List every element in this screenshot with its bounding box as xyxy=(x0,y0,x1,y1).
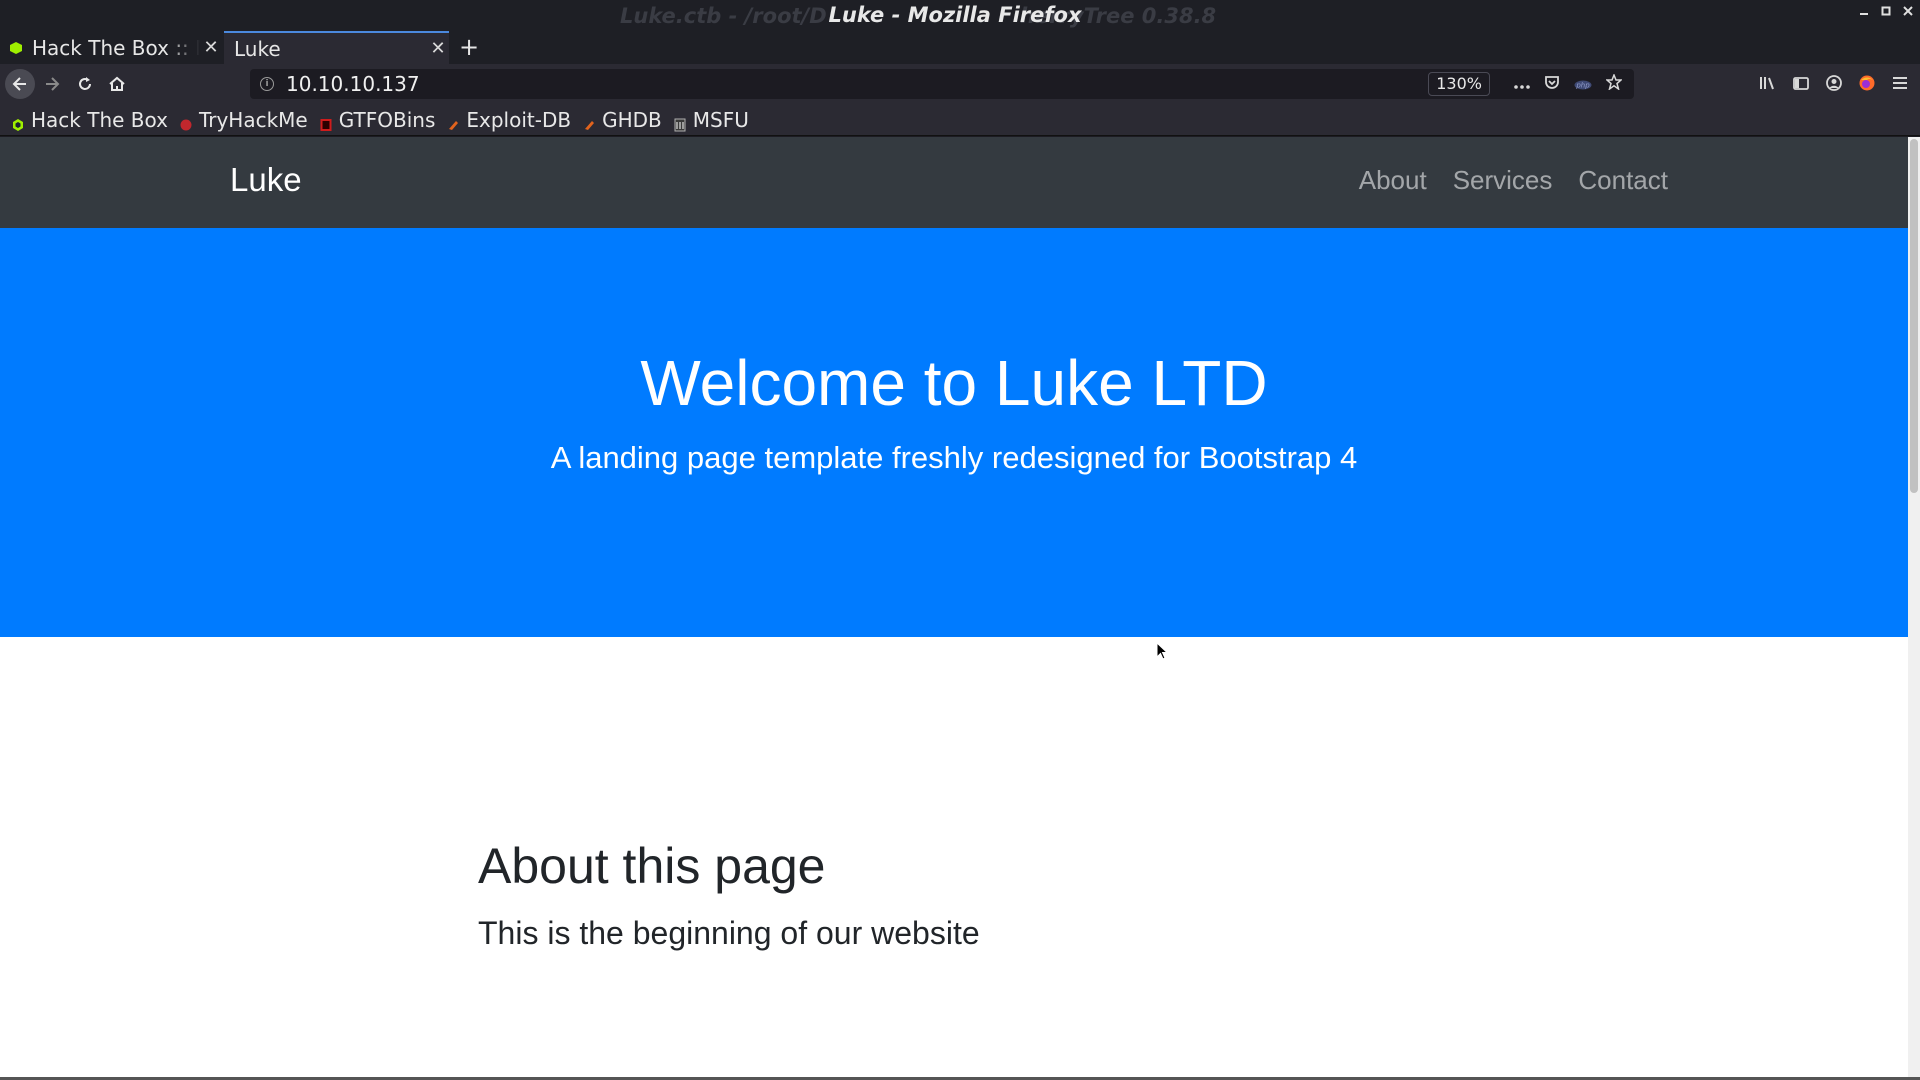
close-window-icon[interactable] xyxy=(1901,4,1914,17)
site-navbar: Luke About Services Contact xyxy=(0,137,1908,228)
toolbar-icons xyxy=(1758,73,1910,93)
page-actions: php xyxy=(1514,72,1623,94)
nav-link-about[interactable]: About xyxy=(1359,165,1427,196)
bookmark-label: Hack The Box xyxy=(31,107,168,132)
minimize-icon[interactable] xyxy=(1857,4,1870,17)
bookmark-hack-the-box[interactable]: Hack The Box xyxy=(12,108,168,132)
bookmark-label: GHDB xyxy=(602,107,662,132)
bookmark-label: GTFOBins xyxy=(338,107,436,132)
site-nav-links: About Services Contact xyxy=(1359,165,1668,196)
close-tab-icon[interactable]: ✕ xyxy=(200,37,222,58)
exploitdb-icon xyxy=(447,113,459,130)
forward-button[interactable] xyxy=(38,70,66,98)
tab-strip: Hack The Box :: My ✕ Luke ✕ + xyxy=(0,31,1920,64)
bookmark-msfu[interactable]: MSFU xyxy=(674,108,749,132)
bookmark-label: MSFU xyxy=(692,107,749,132)
back-arrow-icon xyxy=(12,77,26,91)
bookmark-label: TryHackMe xyxy=(198,107,308,132)
bookmark-gtfobins[interactable]: GTFOBins xyxy=(320,107,436,132)
url-bar[interactable]: i 10.10.10.137 130% php xyxy=(250,69,1634,99)
reload-icon xyxy=(79,77,91,90)
firefox-extension-icon[interactable] xyxy=(1857,73,1877,93)
site-brand-link[interactable]: Luke xyxy=(230,161,302,199)
account-icon[interactable] xyxy=(1824,73,1844,93)
about-text: This is the beginning of our website xyxy=(478,915,980,951)
tab-label: Luke xyxy=(234,36,281,61)
hero-subtitle: A landing page template freshly redesign… xyxy=(550,440,1358,475)
site-info-icon[interactable]: i xyxy=(260,77,274,91)
htb-favicon-icon xyxy=(10,41,22,54)
reload-button[interactable] xyxy=(71,70,99,98)
mouse-pointer-icon xyxy=(1156,642,1169,660)
tab-label: Hack The Box :: My xyxy=(32,35,200,60)
thm-icon xyxy=(180,113,192,130)
nav-link-services[interactable]: Services xyxy=(1453,165,1553,196)
sidebar-icon[interactable] xyxy=(1791,73,1811,93)
library-icon[interactable] xyxy=(1758,73,1778,93)
bookmark-tryhackme[interactable]: TryHackMe xyxy=(180,108,308,132)
hero-title: Welcome to Luke LTD xyxy=(640,347,1268,419)
zoom-level-button[interactable]: 130% xyxy=(1428,72,1490,96)
pocket-icon[interactable] xyxy=(1544,74,1560,94)
navigation-toolbar: i 10.10.10.137 130% php xyxy=(0,64,1920,104)
scrollbar-thumb[interactable] xyxy=(1910,139,1918,493)
new-tab-icon[interactable]: + xyxy=(456,33,482,61)
home-button[interactable] xyxy=(103,70,131,98)
bookmarks-toolbar: Hack The Box TryHackMe GTFOBins Exploit-… xyxy=(0,104,1920,136)
window-title: Luke - Mozilla Firefox xyxy=(828,3,1082,27)
page-viewport: Luke About Services Contact Welcome to L… xyxy=(0,137,1920,1077)
close-tab-icon[interactable]: ✕ xyxy=(427,38,449,59)
gtfobins-icon xyxy=(320,113,332,131)
svg-text:php: php xyxy=(1575,81,1590,89)
about-section: About this page This is the beginning of… xyxy=(478,837,980,952)
maximize-icon[interactable] xyxy=(1879,4,1892,17)
msfu-icon xyxy=(674,113,686,131)
hamburger-menu-icon[interactable] xyxy=(1890,73,1910,93)
forward-arrow-icon xyxy=(46,77,60,91)
nav-link-contact[interactable]: Contact xyxy=(1578,165,1668,196)
tab-hack-the-box[interactable]: Hack The Box :: My ✕ xyxy=(0,31,222,64)
back-button[interactable] xyxy=(5,69,35,99)
php-extension-icon[interactable]: php xyxy=(1574,75,1592,94)
bookmark-label: Exploit-DB xyxy=(466,107,572,132)
home-icon xyxy=(109,76,125,91)
bookmark-star-icon[interactable] xyxy=(1605,72,1623,94)
window-controls xyxy=(1857,4,1914,17)
tab-luke[interactable]: Luke ✕ xyxy=(224,31,449,64)
ghdb-icon xyxy=(583,113,595,130)
bookmark-ghdb[interactable]: GHDB xyxy=(583,108,662,132)
window-title-bar: Luke.ctb - /root/D herryTree 0.38.8 Luke… xyxy=(0,0,1920,31)
bookmark-exploit-db[interactable]: Exploit-DB xyxy=(447,108,571,132)
page-actions-menu-icon[interactable] xyxy=(1514,75,1530,94)
url-text[interactable]: 10.10.10.137 xyxy=(286,72,1428,96)
about-heading: About this page xyxy=(478,838,826,894)
vertical-scrollbar[interactable] xyxy=(1908,137,1920,1077)
hero-section: Welcome to Luke LTD A landing page templ… xyxy=(0,228,1908,637)
htb-icon xyxy=(12,113,24,131)
